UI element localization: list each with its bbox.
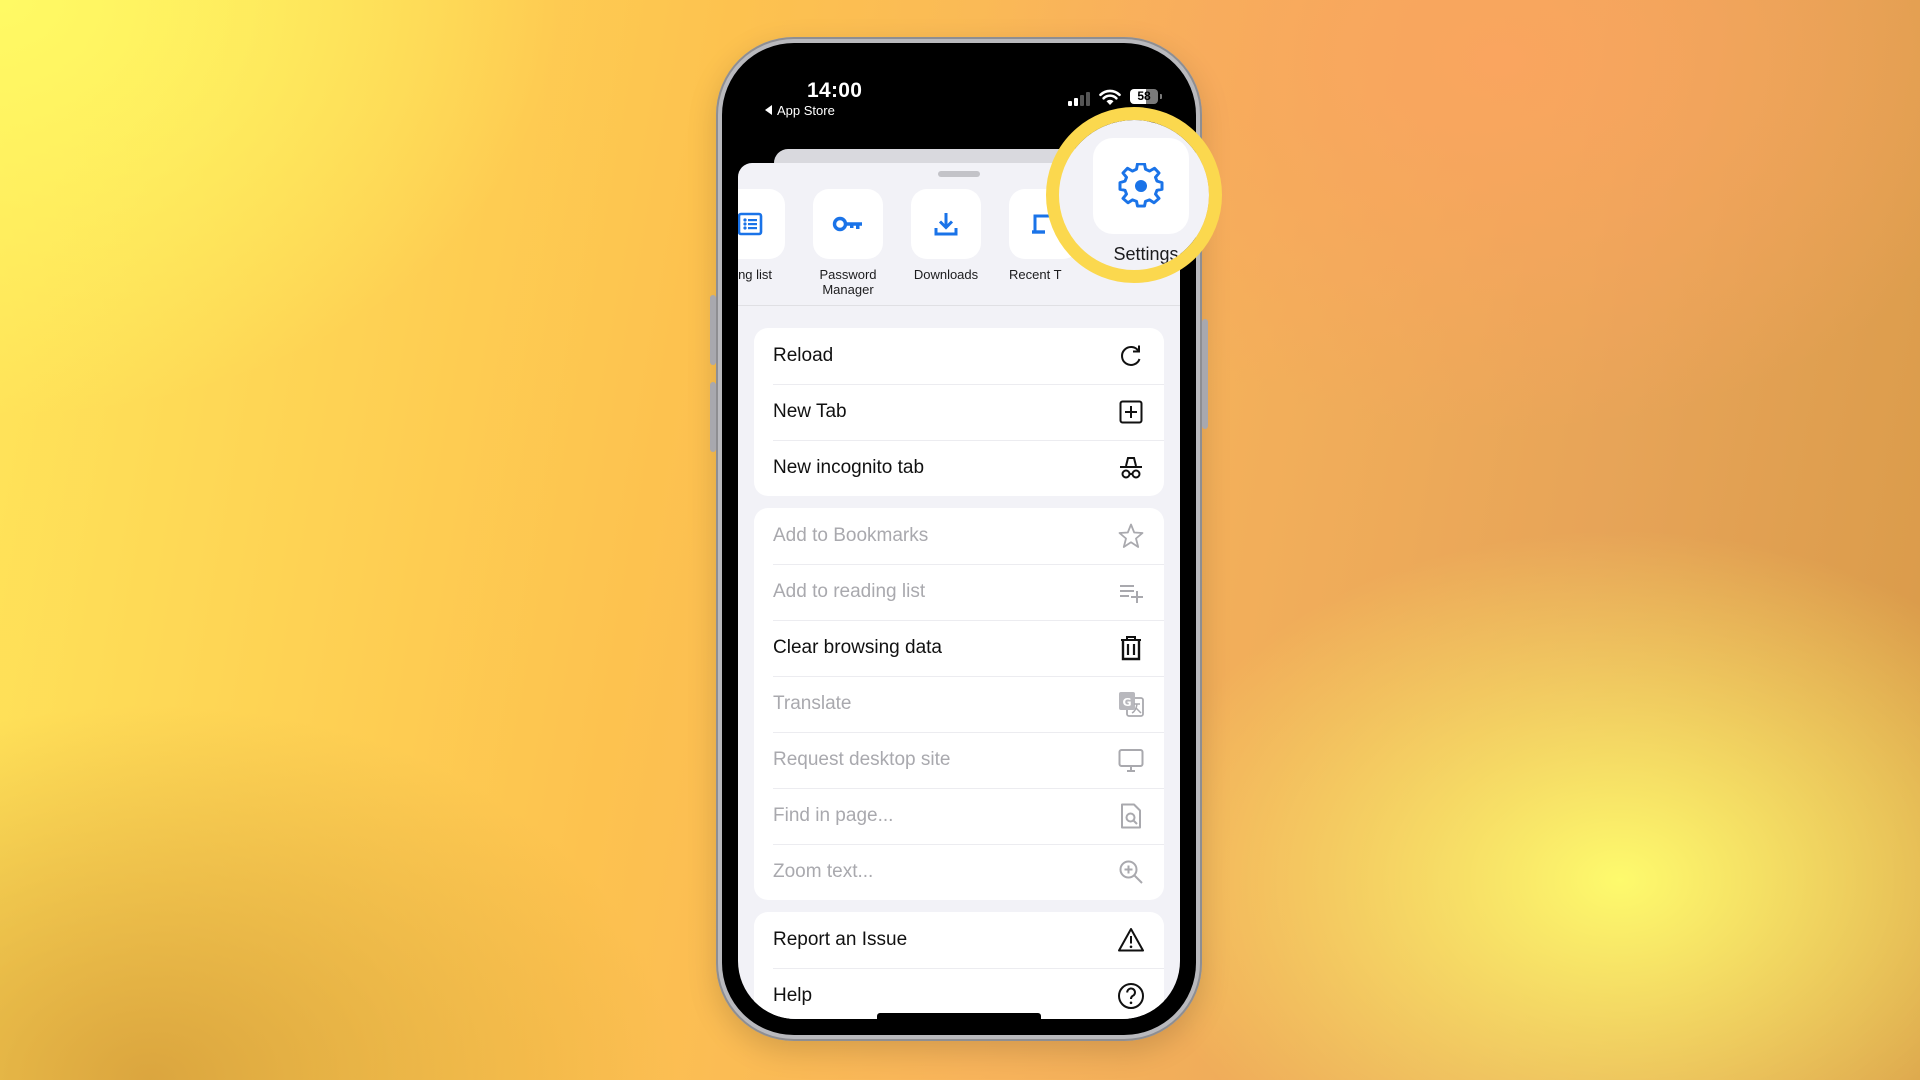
find-in-page-icon xyxy=(1116,801,1146,831)
menu-item-label: Add to Bookmarks xyxy=(773,525,929,546)
menu-item-add-to-bookmarks[interactable]: Add to Bookmarks xyxy=(754,508,1164,564)
power-button xyxy=(1202,319,1208,429)
add-list-icon xyxy=(1116,577,1146,607)
menu-item-label: Add to reading list xyxy=(773,581,926,602)
trash-icon xyxy=(1116,633,1146,663)
monitor-icon xyxy=(1116,745,1146,775)
incognito-icon xyxy=(1116,453,1146,483)
warning-icon xyxy=(1116,925,1146,955)
menu-item-label: New Tab xyxy=(773,401,847,422)
menu-item-clear-browsing-data[interactable]: Clear browsing data xyxy=(754,620,1164,676)
menu-item-label: New incognito tab xyxy=(773,457,925,478)
menu-item-label: Translate xyxy=(773,693,852,714)
back-app-label: App Store xyxy=(777,103,835,118)
menu-item-find-in-page[interactable]: Find in page... xyxy=(754,788,1164,844)
menu-item-label: Clear browsing data xyxy=(773,637,942,658)
tools-menu-sheet: ding list Password Manager Downloads xyxy=(738,163,1180,1019)
star-icon xyxy=(1116,521,1146,551)
battery-indicator: 58 xyxy=(1130,89,1162,104)
menu-group-tabs: Reload New Tab New incognito tab xyxy=(754,328,1164,496)
menu-item-label: Help xyxy=(773,985,813,1006)
menu-item-add-to-reading-list[interactable]: Add to reading list xyxy=(754,564,1164,620)
menu-item-label: Find in page... xyxy=(773,805,894,826)
menu-item-translate[interactable]: Translate G xyxy=(754,676,1164,732)
zoom-in-icon xyxy=(1116,857,1146,887)
reading-list-icon xyxy=(738,212,763,236)
menu-item-label: Reload xyxy=(773,345,834,366)
shortcut-downloads[interactable]: Downloads xyxy=(911,189,981,282)
help-icon xyxy=(1116,981,1146,1011)
menu-item-label: Report an Issue xyxy=(773,929,908,950)
shortcut-label: Downloads xyxy=(913,267,979,282)
menu-item-request-desktop-site[interactable]: Request desktop site xyxy=(754,732,1164,788)
shortcut-label: ding list xyxy=(738,267,773,282)
back-arrow-icon xyxy=(765,105,772,115)
key-icon xyxy=(832,216,862,232)
status-time: 14:00 xyxy=(807,79,863,102)
shortcut-label: Recent T xyxy=(1009,267,1062,282)
home-indicator xyxy=(877,1013,1041,1019)
menu-item-help[interactable]: Help xyxy=(754,968,1164,1019)
menu-item-zoom-text[interactable]: Zoom text... xyxy=(754,844,1164,900)
menu-item-label: Zoom text... xyxy=(773,861,874,882)
shortcut-reading-list[interactable]: ding list xyxy=(738,189,785,282)
volume-down-button xyxy=(710,382,716,452)
shortcut-password-manager[interactable]: Password Manager xyxy=(813,189,883,297)
menu-item-new-tab[interactable]: New Tab xyxy=(754,384,1164,440)
volume-up-button xyxy=(710,295,716,365)
cellular-signal-icon xyxy=(1068,92,1090,106)
translate-icon: G xyxy=(1116,689,1146,719)
svg-text:G: G xyxy=(1122,696,1131,709)
menu-item-report-an-issue[interactable]: Report an Issue xyxy=(754,912,1164,968)
menu-item-new-incognito-tab[interactable]: New incognito tab xyxy=(754,440,1164,496)
wifi-icon xyxy=(1099,89,1121,105)
back-to-app-link[interactable]: App Store xyxy=(765,103,835,118)
shortcut-label: Password Manager xyxy=(819,267,877,297)
shortcut-divider xyxy=(738,305,1180,306)
plus-square-icon xyxy=(1116,397,1146,427)
menu-item-label: Request desktop site xyxy=(773,749,951,770)
reload-icon xyxy=(1116,341,1146,371)
download-icon xyxy=(934,213,958,236)
menu-group-page-actions: Add to Bookmarks Add to reading list Cle… xyxy=(754,508,1164,900)
highlight-ring xyxy=(1046,107,1222,283)
menu-item-reload[interactable]: Reload xyxy=(754,328,1164,384)
menu-group-support: Report an Issue Help xyxy=(754,912,1164,1019)
